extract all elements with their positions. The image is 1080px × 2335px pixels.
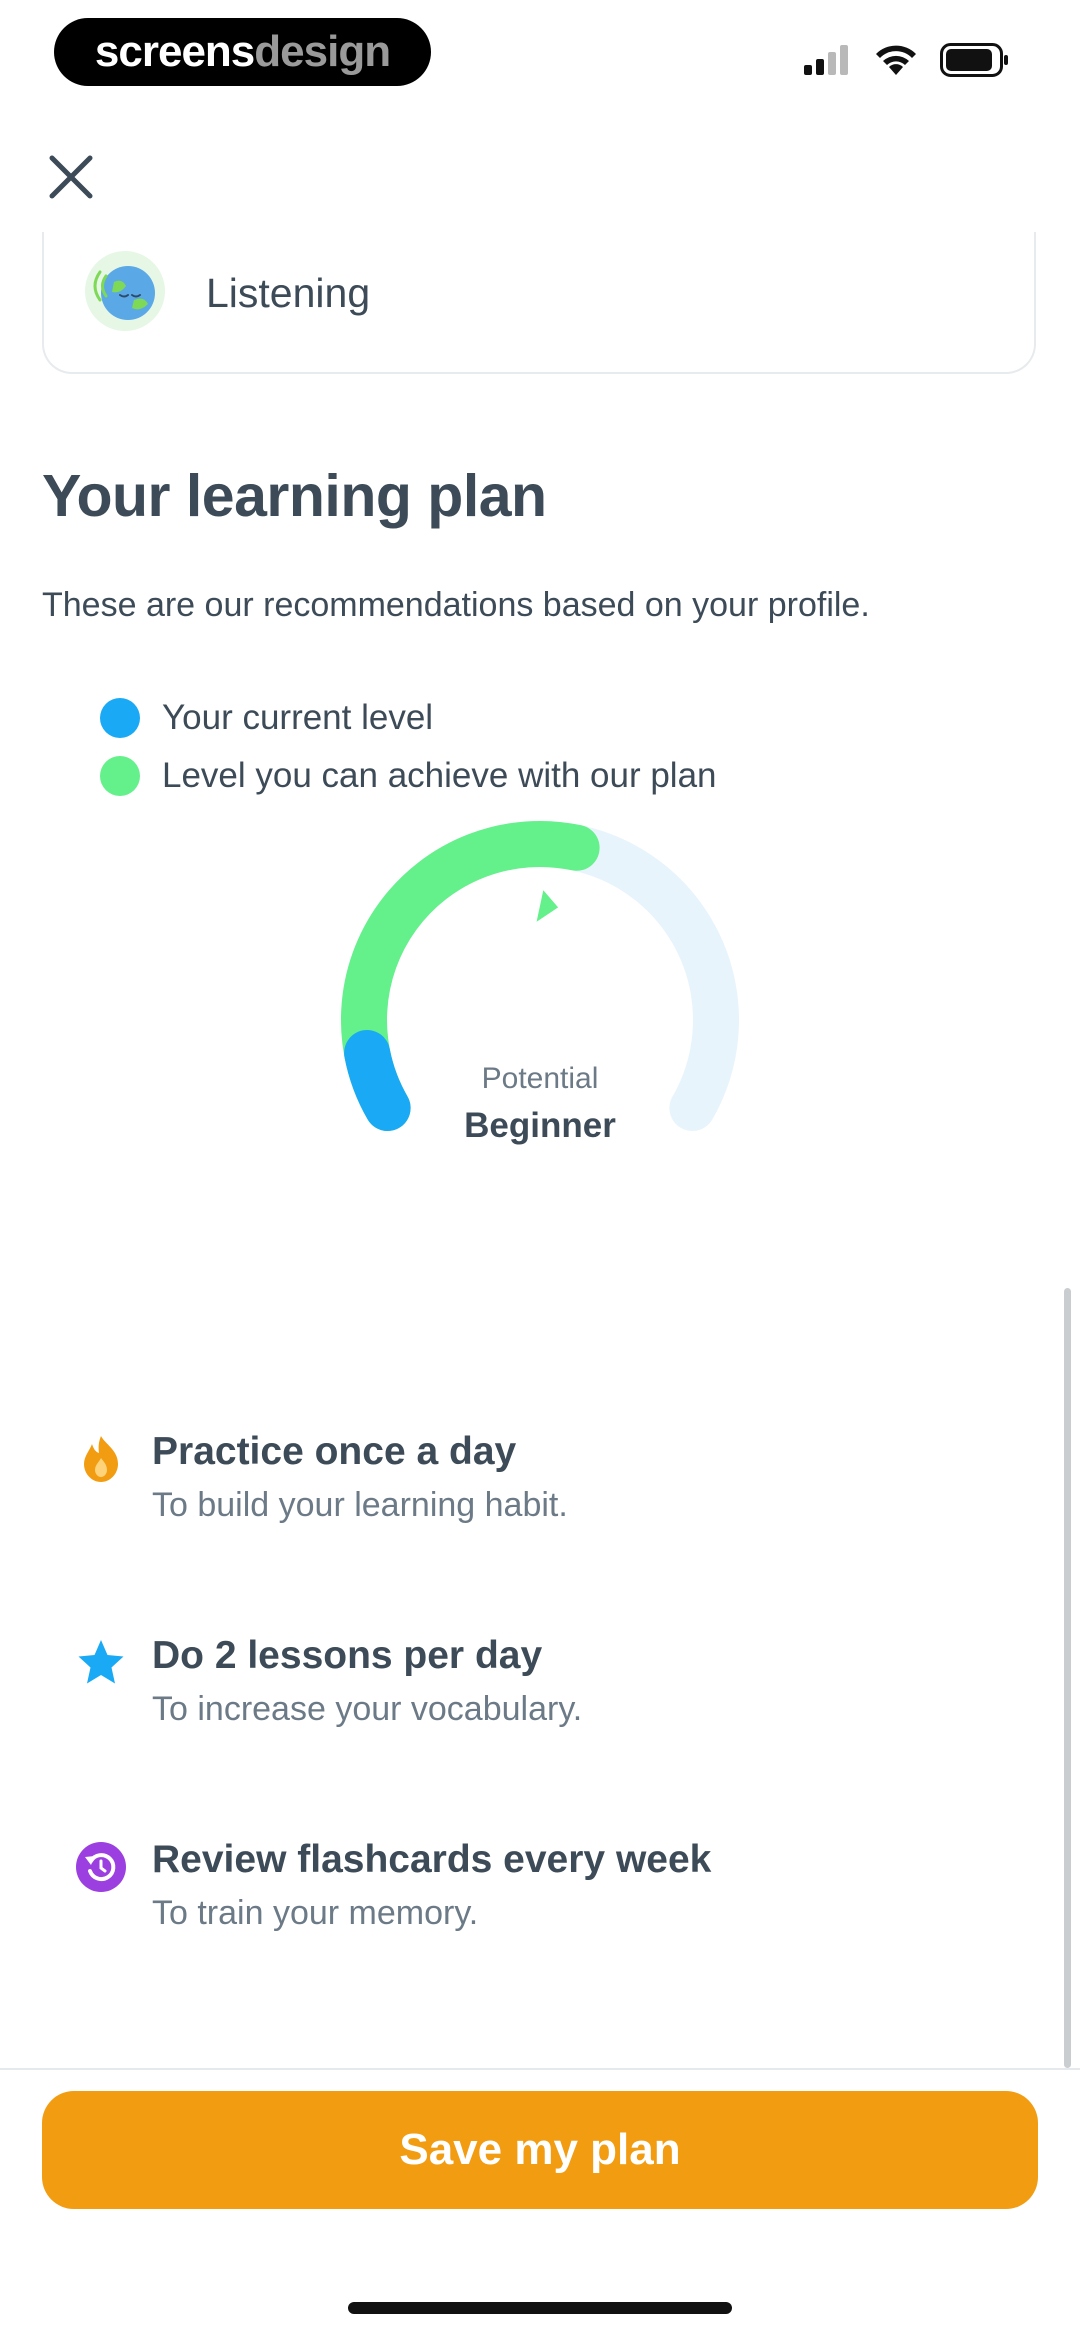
footer-divider [0, 2068, 1080, 2070]
page-subtitle: These are our recommendations based on y… [42, 586, 870, 624]
review-icon [76, 1842, 126, 1892]
skill-card: Listening [42, 232, 1036, 374]
wifi-icon [876, 45, 916, 75]
tip-description: To increase your vocabulary. [152, 1690, 583, 1728]
star-icon [78, 1640, 124, 1684]
status-bar: screens design [0, 0, 1080, 110]
tip-title: Do 2 lessons per day [152, 1634, 543, 1677]
legend-label-current: Your current level [162, 698, 434, 737]
close-icon [49, 155, 93, 199]
listening-globe-icon [85, 251, 165, 331]
legend-label-potential: Level you can achieve with our plan [162, 756, 717, 795]
tip-description: To train your memory. [152, 1894, 479, 1932]
brand-text-primary: screens [94, 27, 255, 76]
brand-text-secondary: design [254, 27, 391, 76]
page-title: Your learning plan [42, 463, 547, 529]
gauge-level-value: Beginner [464, 1106, 616, 1145]
gauge-marker-icon [536, 890, 559, 922]
tip-title: Review flashcards every week [152, 1838, 712, 1881]
status-icons [804, 40, 1010, 80]
save-plan-button[interactable]: Save my plan [42, 2091, 1038, 2209]
signal-icon [804, 45, 848, 75]
gauge-caption-label: Potential [481, 1062, 599, 1095]
battery-icon [940, 43, 1008, 77]
skill-label: Listening [206, 270, 371, 316]
legend-dot-potential [100, 756, 140, 796]
close-button[interactable] [44, 150, 98, 204]
legend-item-current: Your current level [100, 698, 433, 738]
tip-description: To build your learning habit. [152, 1486, 568, 1524]
scrollbar[interactable] [1064, 1288, 1071, 2068]
gauge-caption: Potential Beginner [380, 1062, 700, 1146]
legend-item-potential: Level you can achieve with our plan [100, 756, 717, 796]
legend-dot-current [100, 698, 140, 738]
tip-title: Practice once a day [152, 1430, 517, 1473]
brand-badge: screens design [54, 18, 431, 86]
flame-icon [84, 1436, 118, 1482]
home-indicator[interactable] [348, 2302, 732, 2314]
